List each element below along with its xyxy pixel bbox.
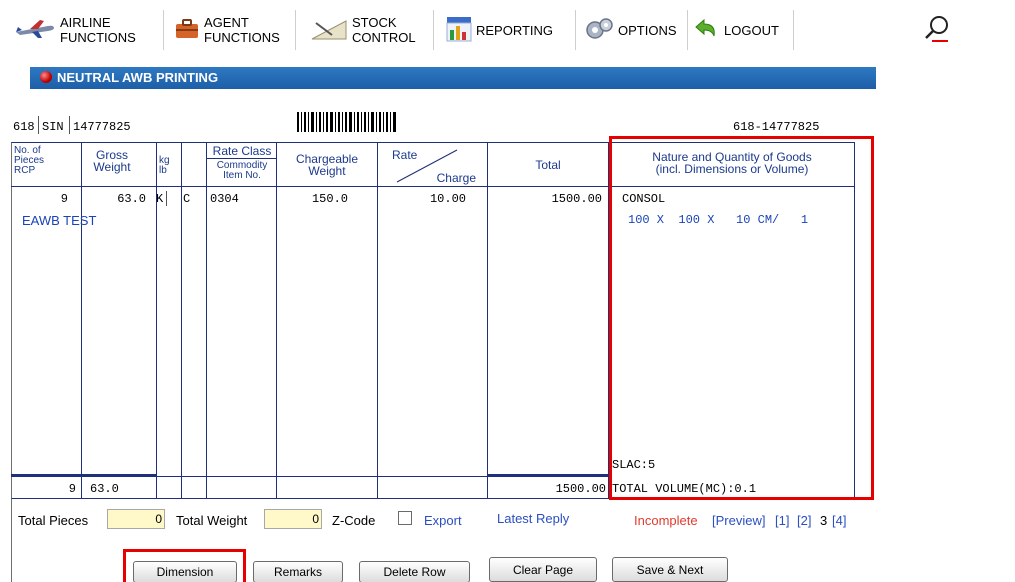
gears-icon [584, 16, 614, 45]
col-divider [377, 142, 378, 499]
zcode-label: Z-Code [332, 513, 376, 528]
page-title: NEUTRAL AWB PRINTING [57, 70, 219, 85]
header-total: Total [535, 158, 561, 172]
clear-page-button[interactable]: Clear Page [489, 557, 597, 582]
barcode-icon [297, 112, 396, 132]
header-rate: Rate [392, 148, 418, 162]
cell-separator [166, 191, 167, 206]
total-pieces-input[interactable] [107, 509, 165, 529]
current-page: 3 [820, 513, 828, 528]
page-link-1[interactable]: [1] [775, 513, 789, 528]
header-charge: Charge [436, 171, 476, 185]
nav-airline-functions[interactable]: AIRLINE FUNCTIONS [14, 10, 164, 50]
row-kg-lb[interactable]: K [156, 192, 163, 206]
ruler-pencil-icon [310, 17, 348, 44]
header-commodity: Commodity Item No. [216, 160, 268, 181]
nav-logout-label: LOGOUT [724, 22, 779, 38]
frame-left-edge [11, 499, 12, 582]
col-divider [276, 142, 277, 499]
col-divider [487, 142, 488, 499]
totals-divider [11, 476, 608, 477]
totals-gross-weight: 63.0 [90, 482, 119, 496]
row-chargeable-weight[interactable]: 150.0 [290, 192, 348, 206]
header-divider [11, 186, 855, 187]
rate-class-divider [206, 158, 276, 159]
total-weight-input[interactable] [264, 509, 322, 529]
bullet-icon [40, 71, 52, 83]
latest-reply-link[interactable]: Latest Reply [497, 511, 569, 526]
row-pieces[interactable]: 9 [40, 192, 68, 206]
row-gross-weight[interactable]: 63.0 [84, 192, 146, 206]
row-total[interactable]: 1500.00 [490, 192, 602, 206]
total-pieces-label: Total Pieces [18, 513, 89, 528]
totals-amount: 1500.00 [555, 482, 606, 496]
header-chargeable-weight: Chargeable Weight [295, 152, 359, 178]
awb-prefix: 618 [13, 120, 35, 134]
row-commodity[interactable]: 0304 [210, 192, 239, 206]
header-pieces: No. of Pieces RCP [14, 145, 45, 176]
header-gross-weight: Gross Weight [93, 148, 131, 174]
awb-serial: 14777825 [73, 120, 131, 134]
nav-options-label: OPTIONS [618, 22, 677, 38]
nav-reporting-label: REPORTING [476, 22, 554, 38]
awb-full-number: 618-14777825 [733, 120, 820, 134]
nav-stock-control[interactable]: STOCK CONTROL [310, 10, 434, 50]
status-text: Incomplete [634, 513, 698, 528]
totals-pieces: 9 [68, 482, 76, 496]
nav-stock-label: STOCK CONTROL [352, 15, 416, 45]
preview-link[interactable]: [Preview] [712, 513, 765, 528]
delete-row-button[interactable]: Delete Row [359, 561, 470, 582]
row-rate-class[interactable]: C [183, 192, 190, 206]
header-kg-lb: kg lb [159, 155, 170, 176]
nav-agent-functions[interactable]: AGENT FUNCTIONS [174, 10, 296, 50]
page-link-4[interactable]: [4] [832, 513, 846, 528]
export-checkbox[interactable] [398, 511, 412, 525]
logout-arrow-icon [694, 18, 720, 43]
row-goods[interactable]: CONSOL [622, 192, 665, 206]
airplane-icon [14, 18, 56, 43]
nav-options[interactable]: OPTIONS [584, 10, 688, 50]
col-divider [206, 142, 207, 499]
nav-reporting[interactable]: REPORTING [446, 10, 576, 50]
row-rate[interactable]: 10.00 [400, 192, 466, 206]
page-link-2[interactable]: [2] [797, 513, 811, 528]
awb-separator [69, 116, 70, 134]
header-goods: Nature and Quantity of Goods (incl. Dime… [652, 150, 812, 176]
search-icon[interactable] [922, 13, 952, 43]
briefcase-icon [174, 18, 200, 43]
report-chart-icon [446, 16, 472, 45]
goods-description[interactable]: EAWB TEST [22, 213, 96, 228]
nav-agent-label: AGENT FUNCTIONS [204, 15, 280, 45]
nav-logout[interactable]: LOGOUT [694, 10, 794, 50]
awb-origin: SIN [42, 120, 64, 134]
dimension-line[interactable]: 100 X 100 X 10 CM/ 1 [628, 213, 808, 227]
slac-text: SLAC:5 [612, 458, 656, 472]
total-weight-label: Total Weight [176, 513, 248, 528]
remarks-button[interactable]: Remarks [253, 561, 343, 582]
header-rate-class: Rate Class [212, 144, 272, 158]
col-divider [608, 142, 609, 499]
top-nav: AIRLINE FUNCTIONS AGENT FUNCTIONS STOCK … [0, 0, 1015, 56]
col-divider [81, 142, 82, 499]
totals-volume: TOTAL VOLUME(MC):0.1 [612, 482, 757, 496]
export-link[interactable]: Export [424, 513, 462, 528]
dimension-button[interactable]: Dimension [133, 561, 237, 582]
col-divider [181, 142, 182, 499]
nav-airline-label: AIRLINE FUNCTIONS [60, 15, 136, 45]
awb-separator [38, 116, 39, 134]
save-next-button[interactable]: Save & Next [612, 557, 728, 582]
